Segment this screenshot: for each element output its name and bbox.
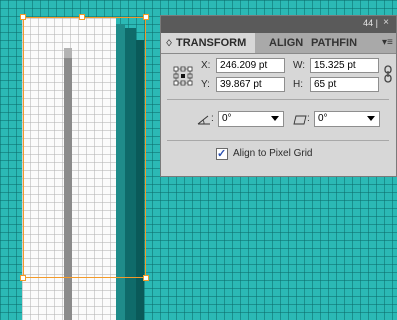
align-to-pixel-grid-label[interactable]: Align to Pixel Grid	[233, 148, 312, 159]
rotate-angle-select[interactable]: 0°	[218, 111, 284, 127]
chevron-down-icon[interactable]	[271, 116, 279, 121]
selection-handle-bottom-right[interactable]	[143, 275, 149, 281]
panel-titlebar[interactable]: 44 | ×	[161, 16, 396, 33]
shear-colon: :	[307, 113, 310, 124]
tab-transform[interactable]: ♢ TRANSFORM	[161, 33, 255, 53]
divider	[167, 140, 389, 141]
align-to-pixel-grid-checkbox[interactable]: ✓	[216, 148, 228, 160]
shear-angle-select[interactable]: 0°	[314, 111, 380, 127]
x-label: X:	[201, 60, 211, 71]
width-label: W:	[293, 60, 306, 71]
rotate-angle-value: 0°	[222, 113, 232, 124]
shear-angle-icon	[293, 115, 307, 125]
y-label: Y:	[201, 79, 210, 90]
selection-handle-top-left[interactable]	[20, 14, 26, 20]
height-field[interactable]: 65 pt	[310, 77, 379, 92]
panel-menu-icon[interactable]: ▾≡	[382, 37, 393, 49]
rotate-angle-icon	[197, 115, 210, 125]
panel-collapse-control[interactable]: 44 |	[363, 18, 378, 28]
tab-pathfinder-label: PATHFIN	[311, 37, 358, 49]
transform-panel: 44 | × ♢ TRANSFORM ALIGN PATHFIN ▾≡ X: 24…	[160, 15, 397, 177]
selection-handle-top-center[interactable]	[79, 14, 85, 20]
expand-toggle-icon[interactable]: ♢	[165, 33, 174, 53]
tab-align-label: ALIGN	[269, 37, 304, 49]
shear-angle-value: 0°	[318, 113, 328, 124]
panel-tabbar: ♢ TRANSFORM ALIGN PATHFIN ▾≡	[161, 33, 396, 54]
reference-point-icon[interactable]	[173, 66, 193, 86]
checkmark-icon: ✓	[217, 148, 227, 160]
tab-transform-label: TRANSFORM	[176, 37, 247, 49]
divider	[167, 99, 389, 100]
x-position-field[interactable]: 246.209 pt	[216, 58, 285, 73]
selection-handle-bottom-left[interactable]	[20, 275, 26, 281]
chevron-down-icon[interactable]	[367, 116, 375, 121]
selection-handle-top-right[interactable]	[143, 14, 149, 20]
height-label: H:	[293, 79, 303, 90]
rotate-colon: :	[211, 113, 214, 124]
y-position-field[interactable]: 39.867 pt	[216, 77, 285, 92]
width-field[interactable]: 15.325 pt	[310, 58, 379, 73]
selection-bounding-box	[20, 14, 149, 281]
tab-align[interactable]: ALIGN	[261, 33, 307, 53]
tab-pathfinder[interactable]: PATHFIN	[309, 33, 369, 53]
constrain-proportions-link-icon[interactable]	[383, 65, 393, 83]
close-icon[interactable]: ×	[380, 17, 392, 29]
